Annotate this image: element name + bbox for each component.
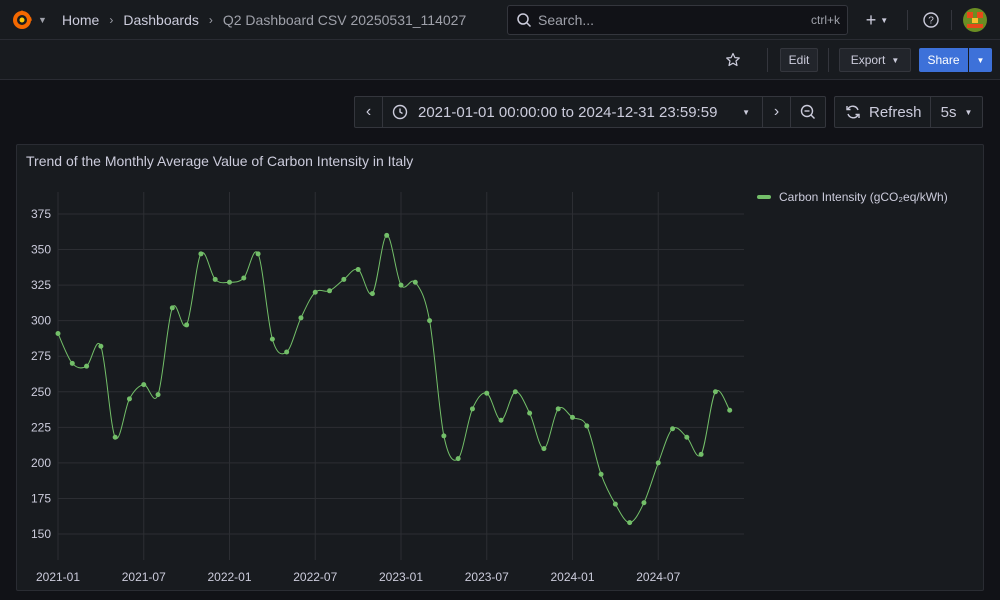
panel-title[interactable]: Trend of the Monthly Average Value of Ca…	[26, 153, 413, 169]
refresh-interval-label: 5s	[940, 103, 957, 121]
search-icon	[517, 13, 532, 28]
avatar[interactable]	[963, 8, 987, 32]
help-icon: ?	[923, 12, 939, 28]
breadcrumb-separator: ›	[208, 13, 213, 27]
grafana-logo-icon[interactable]: ▼	[10, 7, 48, 33]
chevron-down-icon: ▼	[891, 55, 900, 65]
breadcrumb-home[interactable]: Home	[62, 12, 99, 28]
chevron-down-icon: ▼	[742, 107, 750, 117]
refresh-icon	[846, 105, 860, 119]
divider	[951, 10, 952, 30]
legend-swatch	[757, 195, 771, 199]
star-icon	[726, 52, 740, 67]
export-label: Export	[850, 53, 886, 67]
search-input[interactable]	[538, 12, 788, 28]
share-button[interactable]: Share	[919, 48, 968, 72]
divider	[767, 48, 768, 72]
refresh-label: Refresh	[869, 103, 922, 121]
chevron-down-icon: ▼	[38, 15, 47, 25]
search-box[interactable]: ctrl+k	[507, 5, 848, 35]
zoom-out-button[interactable]	[790, 96, 826, 128]
top-navbar: ▼ Home › Dashboards › Q2 Dashboard CSV 2…	[0, 0, 1000, 40]
time-range-label: 2021-01-01 00:00:00 to 2024-12-31 23:59:…	[418, 103, 718, 121]
legend-label[interactable]: Carbon Intensity (gCO₂eq/kWh)	[779, 190, 948, 204]
clock-icon	[392, 104, 408, 120]
refresh-button[interactable]: Refresh	[834, 96, 931, 128]
time-back-button[interactable]: ‹	[354, 96, 383, 128]
edit-button[interactable]: Edit	[780, 48, 818, 72]
help-button[interactable]: ?	[921, 8, 941, 32]
refresh-interval-picker[interactable]: 5s ▼	[930, 96, 983, 128]
breadcrumb-separator: ›	[109, 13, 114, 27]
zoom-out-icon	[800, 104, 815, 119]
chevron-down-icon: ▼	[964, 107, 973, 117]
time-range-picker[interactable]: 2021-01-01 00:00:00 to 2024-12-31 23:59:…	[382, 96, 763, 128]
chevron-right-icon: ›	[773, 103, 780, 120]
breadcrumb: Home › Dashboards › Q2 Dashboard CSV 202…	[62, 0, 466, 40]
divider	[828, 48, 829, 72]
chevron-down-icon: ▼	[880, 15, 889, 25]
chevron-down-icon: ▼	[976, 55, 985, 65]
divider	[907, 10, 908, 30]
legend: Carbon Intensity (gCO₂eq/kWh)	[757, 190, 948, 204]
star-button[interactable]	[723, 48, 743, 72]
chevron-left-icon: ‹	[365, 103, 372, 120]
add-new-button[interactable]: + ▼	[860, 8, 894, 32]
breadcrumb-dashboards[interactable]: Dashboards	[123, 12, 199, 28]
svg-text:?: ?	[928, 16, 934, 27]
time-forward-button[interactable]: ›	[762, 96, 791, 128]
search-shortcut: ctrl+k	[810, 13, 840, 27]
plus-icon: +	[865, 9, 877, 30]
export-button[interactable]: Export ▼	[839, 48, 911, 72]
timeseries-panel: Trend of the Monthly Average Value of Ca…	[16, 144, 984, 591]
share-options-button[interactable]: ▼	[969, 48, 992, 72]
breadcrumb-current: Q2 Dashboard CSV 20250531_114027	[222, 12, 467, 28]
dashboard-toolbar: Edit Export ▼ Share ▼	[0, 40, 1000, 80]
